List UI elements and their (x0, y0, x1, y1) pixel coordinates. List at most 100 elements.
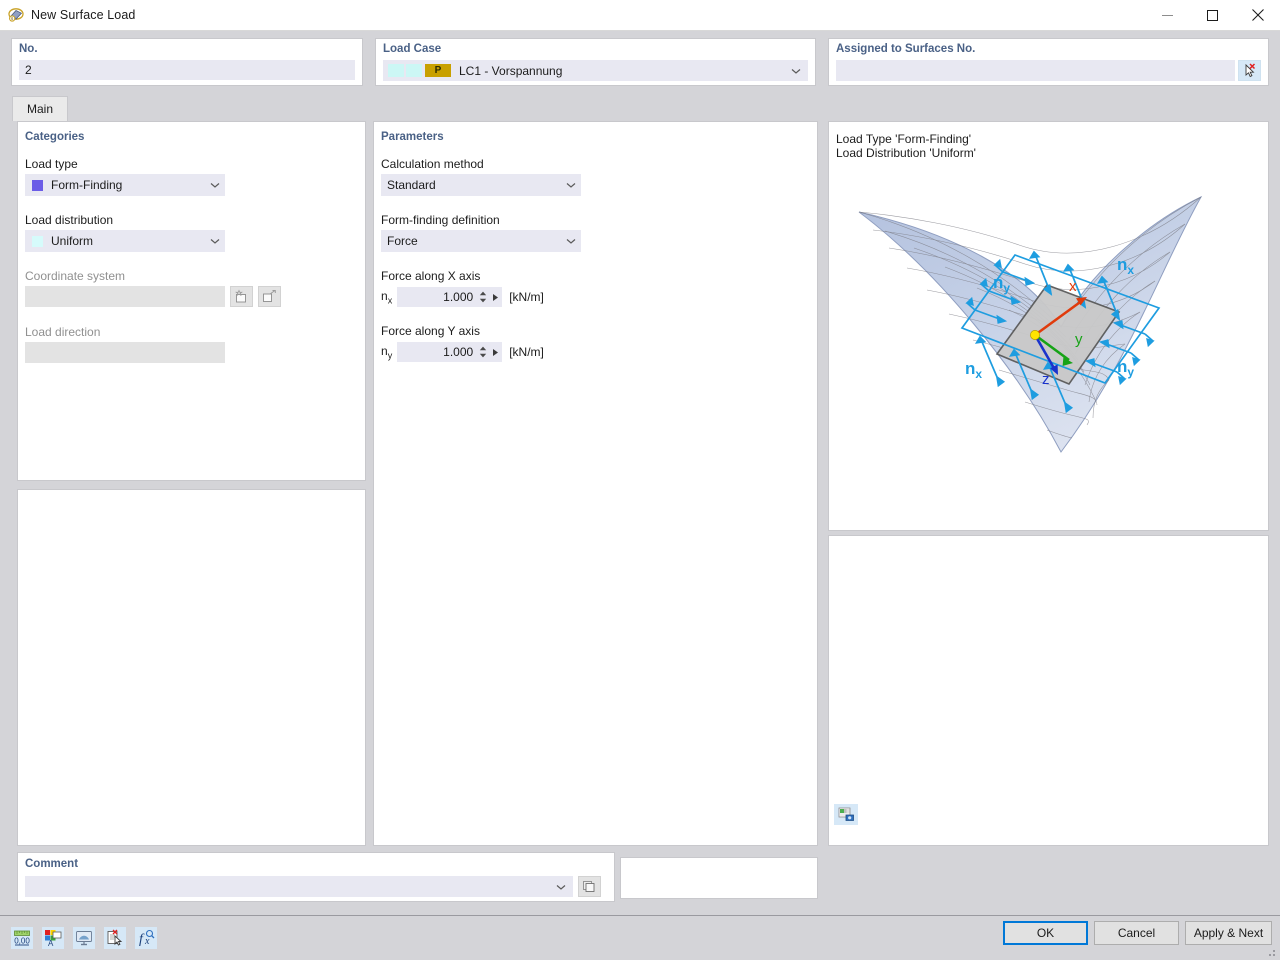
load-case-swatch-2 (406, 64, 422, 77)
force-x-unit: [kN/m] (509, 290, 544, 304)
calculation-method-value: Standard (387, 178, 436, 192)
preview-options-panel (828, 535, 1269, 846)
form-finding-definition-value: Force (387, 234, 418, 248)
chevron-down-icon[interactable] (209, 179, 221, 191)
image-settings-button[interactable] (834, 804, 858, 825)
load-case-value: LC1 - Vorspannung (459, 63, 563, 78)
ok-button[interactable]: OK (1003, 921, 1088, 945)
force-y-stepper[interactable] (477, 342, 489, 362)
load-case-swatch-1 (388, 64, 404, 77)
maximize-button[interactable] (1190, 0, 1235, 31)
assigned-surfaces-groupbox: Assigned to Surfaces No. (828, 38, 1269, 86)
load-distribution-swatch (32, 235, 43, 247)
categories-panel: Categories Load type Form-Finding Load d… (17, 121, 366, 481)
chevron-down-icon[interactable] (209, 235, 221, 247)
force-x-value: 1.000 (443, 290, 474, 304)
form-finding-diagram: x y z nx ny nx ny (858, 195, 1203, 453)
tab-main[interactable]: Main (12, 96, 68, 121)
edit-coordinate-system-button[interactable] (258, 286, 281, 307)
load-type-label: Load type (25, 157, 78, 171)
axis-x-label: x (1069, 278, 1077, 295)
force-y-unit: [kN/m] (509, 345, 544, 359)
axis-y-label: y (1075, 331, 1083, 348)
load-type-swatch (32, 179, 43, 191)
comment-groupbox: Comment (17, 852, 615, 902)
axis-z-label: z (1042, 371, 1050, 388)
form-finding-definition-label: Form-finding definition (381, 213, 500, 227)
window-controls (1145, 0, 1280, 31)
load-direction-input (25, 342, 225, 363)
load-distribution-combo[interactable]: Uniform (25, 230, 225, 252)
force-x-field: nx 1.000 [kN/m] (381, 287, 544, 307)
units-decimal-places-button[interactable]: 0,00 (11, 927, 33, 949)
ok-button-label: OK (1036, 926, 1055, 940)
apply-next-button-label: Apply & Next (1193, 926, 1264, 940)
force-x-stepper[interactable] (477, 287, 489, 307)
new-coordinate-system-button[interactable] (230, 286, 253, 307)
nx-bottom-label: nx (965, 359, 982, 381)
categories-extra-panel (17, 489, 366, 846)
surface-load-icon: 6 (8, 7, 24, 23)
tabstrip-filler (68, 96, 1268, 121)
coordinate-system-input (25, 286, 225, 307)
load-case-groupbox: Load Case P LC1 - Vorspannung (375, 38, 816, 86)
load-type-combo[interactable]: Form-Finding (25, 174, 225, 196)
cancel-button[interactable]: Cancel (1094, 921, 1179, 945)
svg-text:A: A (48, 939, 54, 947)
select-objects-button[interactable] (104, 927, 126, 949)
visibility-button[interactable] (73, 927, 95, 949)
comment-library-button[interactable] (578, 876, 601, 897)
force-y-label: Force along Y axis (381, 324, 480, 338)
comment-extra-panel (620, 857, 818, 899)
dialog-window: 6 New Surface Load No. 2 Load Case P LC1… (0, 0, 1280, 960)
calculation-method-label: Calculation method (381, 157, 484, 171)
force-y-expand-button[interactable] (488, 342, 503, 362)
categories-title: Categories (25, 131, 85, 143)
chevron-down-icon[interactable] (555, 881, 567, 893)
display-properties-button[interactable]: A (42, 927, 64, 949)
apply-next-button[interactable]: Apply & Next (1185, 921, 1272, 945)
formula-button[interactable]: f x (135, 927, 157, 949)
force-x-expand-button[interactable] (488, 287, 503, 307)
no-label: No. (19, 43, 38, 55)
force-x-input[interactable]: 1.000 (397, 287, 478, 307)
assigned-surfaces-input[interactable] (836, 60, 1235, 81)
no-groupbox: No. 2 (11, 38, 363, 86)
preview-panel: Load Type 'Form-Finding' Load Distributi… (828, 121, 1269, 531)
force-y-field: ny 1.000 [kN/m] (381, 342, 544, 362)
comment-label: Comment (25, 858, 79, 870)
pick-surfaces-button[interactable] (1238, 60, 1261, 81)
minimize-button[interactable] (1145, 0, 1190, 31)
force-y-value: 1.000 (443, 345, 474, 359)
parameters-panel: Parameters Calculation method Standard F… (373, 121, 818, 846)
close-button[interactable] (1235, 0, 1280, 31)
load-case-combo[interactable]: P LC1 - Vorspannung (383, 60, 808, 81)
force-y-symbol: ny (381, 343, 393, 361)
chevron-down-icon[interactable] (790, 65, 802, 77)
form-finding-definition-combo[interactable]: Force (381, 230, 581, 252)
load-direction-label: Load direction (25, 325, 101, 339)
assigned-surfaces-label: Assigned to Surfaces No. (836, 43, 976, 55)
force-x-symbol: nx (381, 288, 393, 306)
dialog-toolbar: 0,00 A f x (0, 921, 400, 955)
no-value: 2 (25, 63, 32, 77)
tab-main-label: Main (26, 102, 53, 116)
svg-text:x: x (144, 936, 150, 947)
resize-grip[interactable] (1265, 946, 1277, 958)
chevron-down-icon[interactable] (565, 179, 577, 191)
svg-text:0,00: 0,00 (14, 937, 30, 946)
titlebar: 6 New Surface Load (0, 0, 1280, 31)
calculation-method-combo[interactable]: Standard (381, 174, 581, 196)
load-distribution-label: Load distribution (25, 213, 114, 227)
load-case-label: Load Case (383, 43, 442, 55)
coordinate-system-label: Coordinate system (25, 269, 126, 283)
parameters-title: Parameters (381, 131, 444, 143)
chevron-down-icon[interactable] (565, 235, 577, 247)
comment-input[interactable] (25, 876, 573, 897)
load-case-badge: P (425, 64, 451, 77)
force-y-input[interactable]: 1.000 (397, 342, 478, 362)
load-type-value: Form-Finding (51, 178, 123, 192)
no-input[interactable]: 2 (19, 60, 355, 80)
load-distribution-value: Uniform (51, 234, 94, 248)
window-title: New Surface Load (31, 8, 136, 22)
